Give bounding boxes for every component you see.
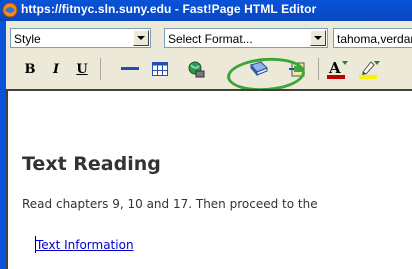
horizontal-rule-icon bbox=[121, 67, 139, 70]
font-color-button[interactable]: A bbox=[326, 58, 350, 80]
chevron-down-icon[interactable] bbox=[133, 30, 149, 46]
text-information-link[interactable]: Text Information bbox=[36, 238, 134, 252]
format-select[interactable]: Select Format... bbox=[164, 28, 328, 48]
horizontal-rule-button[interactable] bbox=[118, 58, 142, 80]
underline-button[interactable]: U bbox=[70, 58, 94, 80]
font-color-icon: A bbox=[327, 59, 348, 79]
font-select[interactable]: tahoma,verdana bbox=[333, 28, 412, 48]
highlight-color-button[interactable] bbox=[358, 58, 382, 80]
content-paragraph: Read chapters 9, 10 and 17. Then proceed… bbox=[22, 197, 318, 211]
toolbar-separator bbox=[318, 58, 319, 80]
insert-image-button[interactable] bbox=[184, 58, 208, 80]
editor-content-area[interactable]: Text Reading Read chapters 9, 10 and 17.… bbox=[6, 89, 412, 269]
bold-button[interactable]: B bbox=[18, 58, 42, 80]
insert-table-button[interactable] bbox=[148, 58, 172, 80]
content-heading: Text Reading bbox=[22, 153, 161, 175]
toolbar-separator bbox=[100, 58, 101, 80]
window-titlebar[interactable]: https://fitnyc.sln.suny.edu - Fast!Page … bbox=[0, 0, 412, 21]
formatting-buttons: B I U A bbox=[10, 54, 412, 84]
style-select[interactable]: Style bbox=[10, 28, 151, 48]
italic-button[interactable]: I bbox=[44, 58, 68, 80]
format-toolbar: Style Select Format... tahoma,verdana bbox=[10, 26, 412, 50]
svg-text:A: A bbox=[328, 59, 341, 77]
highlighter-icon bbox=[359, 61, 380, 79]
browser-icon bbox=[2, 2, 18, 18]
table-icon bbox=[152, 62, 168, 76]
chevron-down-icon[interactable] bbox=[310, 30, 326, 46]
window-title: https://fitnyc.sln.suny.edu - Fast!Page … bbox=[21, 2, 317, 16]
globe-link-icon bbox=[188, 61, 205, 78]
